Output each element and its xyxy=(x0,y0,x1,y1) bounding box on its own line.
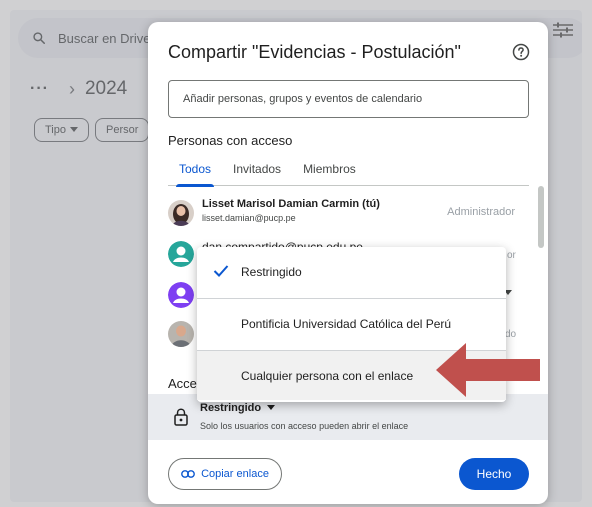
person-name: Lisset Marisol Damian Carmin (tú) xyxy=(202,198,380,210)
link-icon xyxy=(181,470,195,478)
general-access-description: Solo los usuarios con acceso pueden abri… xyxy=(200,421,409,431)
avatar-photo xyxy=(168,321,194,347)
role-fragment: or xyxy=(507,250,516,261)
lock-icon xyxy=(174,408,188,426)
menu-item-restringido[interactable]: Restringido xyxy=(197,247,506,297)
person-email: lisset.damian@pucp.pe xyxy=(202,213,296,223)
add-people-input[interactable] xyxy=(168,80,529,118)
check-icon xyxy=(213,265,229,277)
menu-item-label: Cualquier persona con el enlace xyxy=(241,368,414,383)
menu-item-pucp[interactable]: Pontificia Universidad Católica del Perú xyxy=(197,299,506,349)
caret-down-icon xyxy=(267,405,276,410)
avatar-photo xyxy=(168,200,194,226)
annotation-arrow-icon xyxy=(436,343,540,397)
general-access-dropdown[interactable]: Restringido xyxy=(200,402,276,414)
access-tabs: Todos Invitados Miembros xyxy=(168,152,529,187)
avatar-default-icon xyxy=(168,241,194,267)
role-fragment: do xyxy=(505,329,517,340)
general-access-heading: Acce xyxy=(168,376,197,391)
copy-link-button[interactable]: Copiar enlace xyxy=(168,458,282,490)
menu-item-label: Pontificia Universidad Católica del Perú xyxy=(241,317,452,331)
people-list-scrollbar[interactable] xyxy=(538,186,544,248)
general-access-value: Restringido xyxy=(200,402,262,414)
tab-todos[interactable]: Todos xyxy=(168,152,222,187)
screenshot-stage: Buscar en Drive ··· › 2024 Tipo Persor C… xyxy=(0,0,592,507)
done-button[interactable]: Hecho xyxy=(459,458,529,490)
people-with-access-heading: Personas con acceso xyxy=(168,133,293,148)
tab-invitados[interactable]: Invitados xyxy=(222,152,292,186)
tab-miembros[interactable]: Miembros xyxy=(292,152,367,186)
dialog-title: Compartir "Evidencias - Postulación" xyxy=(168,42,461,62)
avatar-default-icon xyxy=(168,282,194,308)
person-role: Administrador xyxy=(447,206,515,218)
help-icon[interactable] xyxy=(512,43,530,61)
menu-item-label: Restringido xyxy=(241,265,302,279)
copy-link-label: Copiar enlace xyxy=(201,468,269,480)
person-row-owner[interactable]: Lisset Marisol Damian Carmin (tú) lisset… xyxy=(168,198,529,234)
